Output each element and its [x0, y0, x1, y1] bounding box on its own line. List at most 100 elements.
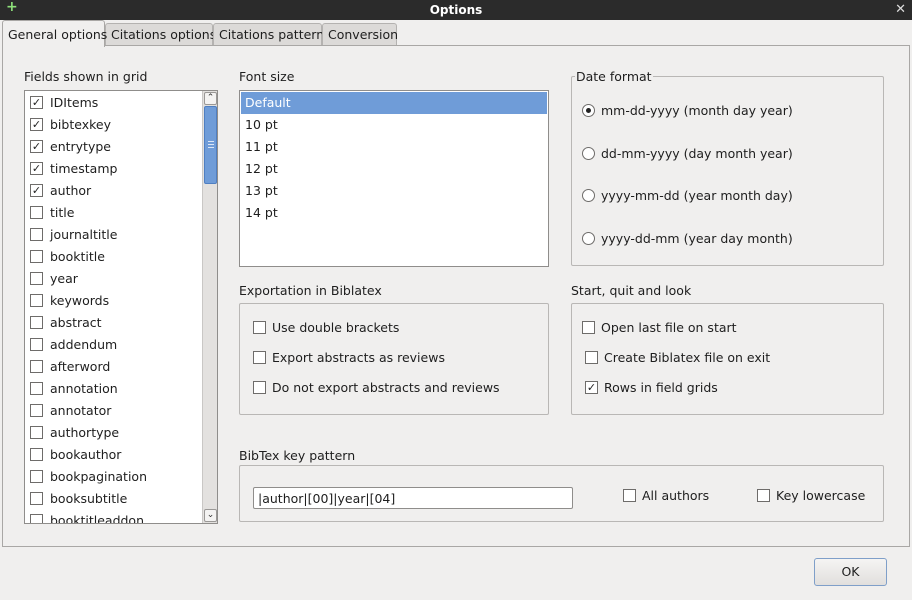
list-item[interactable]: year	[29, 268, 199, 290]
export-option-label: Export abstracts as reviews	[272, 350, 445, 365]
start-quit-option-label: Rows in field grids	[604, 380, 718, 395]
list-item[interactable]: ✓ timestamp	[29, 158, 199, 180]
list-item[interactable]: authortype	[29, 422, 199, 444]
fields-scrollbar[interactable]: ⌃ ⌄	[202, 91, 217, 523]
field-checkbox[interactable]	[30, 426, 43, 439]
field-checkbox[interactable]	[30, 294, 43, 307]
font-size-option[interactable]: 12 pt	[241, 158, 547, 180]
all-authors-checkbox[interactable]	[623, 489, 636, 502]
list-item[interactable]: bookpagination	[29, 466, 199, 488]
bibtex-key-label: BibTex key pattern	[239, 448, 356, 463]
field-label: annotator	[50, 403, 112, 418]
export-checkbox[interactable]	[253, 321, 266, 334]
font-size-option[interactable]: 11 pt	[241, 136, 547, 158]
export-option-label: Use double brackets	[272, 320, 400, 335]
date-format-label-2: yyyy-mm-dd (year month day)	[601, 188, 793, 204]
list-item[interactable]: afterword	[29, 356, 199, 378]
field-checkbox[interactable]	[30, 338, 43, 351]
list-item[interactable]: annotation	[29, 378, 199, 400]
export-option-label: Do not export abstracts and reviews	[272, 380, 500, 395]
export-checkbox[interactable]	[253, 381, 266, 394]
font-size-list[interactable]: Default 10 pt 11 pt 12 pt 13 pt 14 pt	[239, 90, 549, 267]
list-item[interactable]: ✓ entrytype	[29, 136, 199, 158]
tab-conversion[interactable]: Conversion	[322, 23, 398, 46]
field-checkbox[interactable]	[30, 404, 43, 417]
bibtex-key-pattern-input[interactable]	[253, 487, 573, 509]
list-item[interactable]: ✓ IDItems	[29, 92, 199, 114]
font-size-label: Font size	[239, 69, 295, 84]
list-item[interactable]: abstract	[29, 312, 199, 334]
scroll-up-icon[interactable]: ⌃	[204, 92, 217, 105]
field-label: annotation	[50, 381, 118, 396]
font-size-option[interactable]: 14 pt	[241, 202, 547, 224]
close-icon[interactable]: ✕	[895, 2, 906, 17]
field-checkbox[interactable]: ✓	[30, 118, 43, 131]
list-item[interactable]: ✓ bibtexkey	[29, 114, 199, 136]
field-label: keywords	[50, 293, 110, 308]
tab-citations-pattern[interactable]: Citations pattern	[213, 23, 324, 46]
field-label: booksubtitle	[50, 491, 128, 506]
font-size-option[interactable]: 10 pt	[241, 114, 547, 136]
key-lowercase-checkbox[interactable]	[757, 489, 770, 502]
start-quit-label: Start, quit and look	[571, 283, 692, 298]
start-quit-option-label: Open last file on start	[601, 320, 737, 335]
list-item[interactable]: annotator	[29, 400, 199, 422]
field-checkbox[interactable]	[30, 250, 43, 263]
date-format-radio[interactable]	[582, 104, 595, 117]
list-item[interactable]: bookauthor	[29, 444, 199, 466]
field-label: journaltitle	[50, 227, 118, 242]
field-label: IDItems	[50, 95, 99, 110]
field-checkbox[interactable]	[30, 360, 43, 373]
list-item[interactable]: booktitle	[29, 246, 199, 268]
list-item[interactable]: keywords	[29, 290, 199, 312]
field-checkbox[interactable]	[30, 470, 43, 483]
list-item[interactable]: title	[29, 202, 199, 224]
field-label: afterword	[50, 359, 111, 374]
field-checkbox[interactable]	[30, 206, 43, 219]
date-format-label: Date format	[575, 69, 653, 84]
ok-button[interactable]: OK	[814, 558, 887, 586]
date-format-radio[interactable]	[582, 232, 595, 246]
fields-list[interactable]: ✓ IDItems ✓ bibtexkey ✓ entrytype ✓ timestamp ✓ a…	[24, 90, 218, 524]
start-quit-checkbox[interactable]	[585, 351, 598, 364]
field-checkbox[interactable]	[30, 492, 43, 505]
field-label: title	[50, 205, 75, 220]
window-title: Options	[429, 3, 483, 17]
exportation-label: Exportation in Biblatex	[239, 283, 382, 298]
date-format-label-3: yyyy-dd-mm (year day month)	[601, 231, 793, 247]
fields-label: Fields shown in grid	[24, 69, 148, 84]
list-item[interactable]: booktitleaddon	[29, 510, 199, 524]
field-label: abstract	[50, 315, 102, 330]
field-checkbox[interactable]	[30, 514, 43, 523]
field-label: year	[50, 271, 78, 286]
field-label: booktitleaddon	[50, 513, 145, 524]
field-checkbox[interactable]	[30, 382, 43, 395]
field-checkbox[interactable]	[30, 272, 43, 285]
list-item[interactable]: addendum	[29, 334, 199, 356]
field-checkbox[interactable]: ✓	[30, 184, 43, 197]
field-checkbox[interactable]	[30, 448, 43, 461]
tab-citations-options[interactable]: Citations options	[105, 23, 216, 46]
field-checkbox[interactable]	[30, 228, 43, 241]
date-format-radio[interactable]	[582, 146, 595, 160]
list-item[interactable]: journaltitle	[29, 224, 199, 246]
field-label: timestamp	[50, 161, 118, 176]
export-checkbox[interactable]	[253, 351, 266, 364]
field-checkbox[interactable]: ✓	[30, 140, 43, 153]
font-size-option[interactable]: Default	[241, 92, 547, 114]
field-label: booktitle	[50, 249, 105, 264]
field-checkbox[interactable]: ✓	[30, 96, 43, 109]
start-quit-checkbox[interactable]	[582, 321, 595, 334]
all-authors-label: All authors	[642, 488, 710, 503]
scroll-down-icon[interactable]: ⌄	[204, 509, 217, 522]
start-quit-checkbox[interactable]: ✓	[585, 381, 598, 394]
tab-general-options[interactable]: General options	[2, 20, 107, 47]
list-item[interactable]: booksubtitle	[29, 488, 199, 510]
list-item[interactable]: ✓ author	[29, 180, 199, 202]
scroll-thumb[interactable]	[204, 106, 217, 184]
field-checkbox[interactable]	[30, 316, 43, 329]
field-label: authortype	[50, 425, 120, 440]
font-size-option[interactable]: 13 pt	[241, 180, 547, 202]
field-label: bookpagination	[50, 469, 147, 484]
field-checkbox[interactable]: ✓	[30, 162, 43, 175]
